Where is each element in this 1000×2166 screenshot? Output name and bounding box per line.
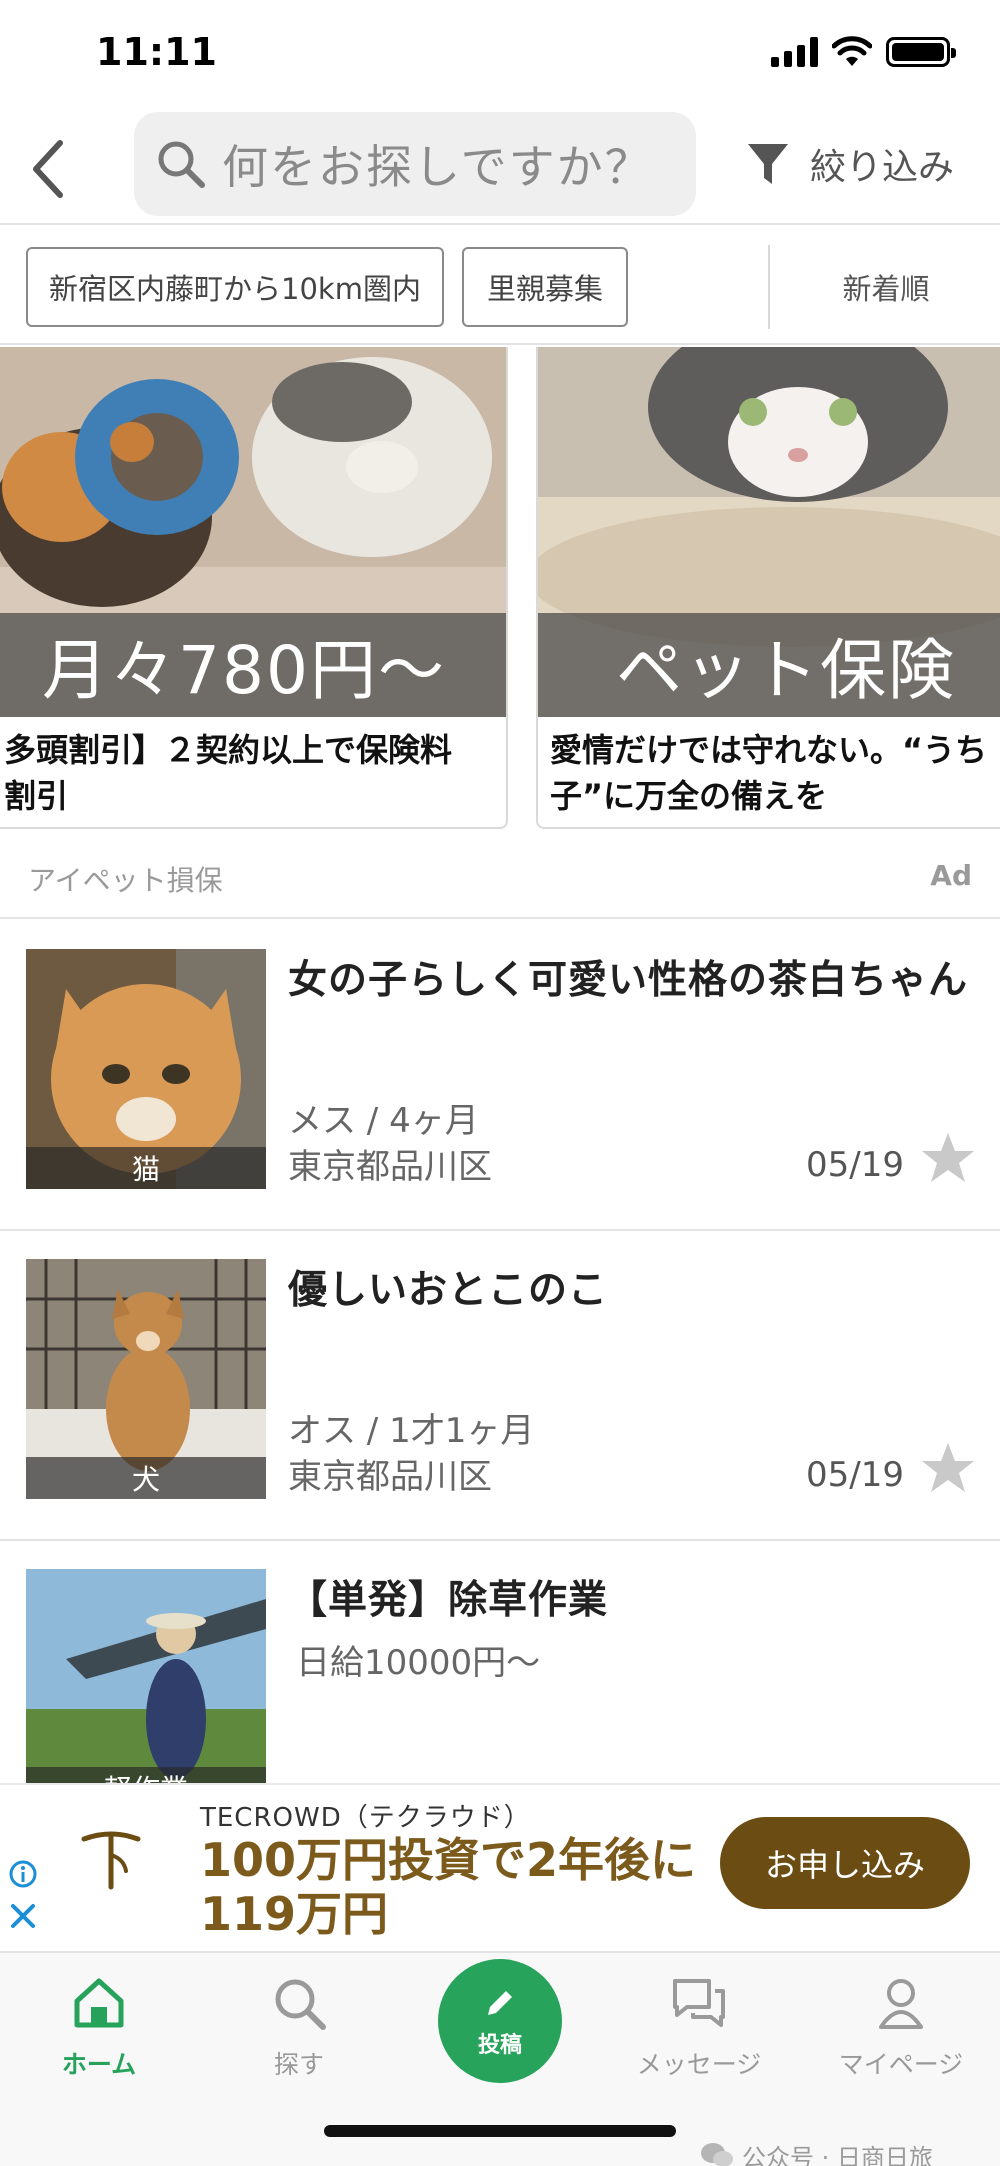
info-icon[interactable] [8,1859,38,1889]
category-tag: 猫 [26,1147,266,1189]
listing-details: オス / 1才1ヶ月 [288,1411,535,1451]
listing-item[interactable]: 猫 女の子らしく可愛い性格の茶白ちゃん メス / 4ヶ月 東京都品川区 05/1… [0,923,1000,1231]
ad-sponsor: アイペット損保 [28,864,223,897]
tab-search-label: 探す [273,2050,324,2079]
category-tag: 犬 [26,1457,266,1499]
location-chip[interactable]: 新宿区内藤町から10km圏内 [26,247,444,327]
search-placeholder: 何をお探しですか？ [222,140,653,194]
close-icon[interactable] [8,1901,38,1931]
search-header: 何をお探しですか？ 絞り込み [0,110,1000,225]
watermark-text: 公众号 · 日商日旅 [742,2144,933,2166]
search-input[interactable]: 何をお探しですか？ [134,112,696,216]
listing-location: 東京都品川区 [288,1147,492,1187]
ad-badge: Ad [930,859,972,892]
ad-meta: アイペット損保 Ad [0,835,1000,919]
listing-item[interactable]: 軽作業 【単発】除草作業 日給10000円～ [0,1543,1000,1809]
tab-mypage-label: マイページ [838,2050,964,2079]
search-icon [275,1979,326,2030]
tab-message[interactable]: メッセージ [614,1973,784,2093]
listing-title: 女の子らしく可愛い性格の茶白ちゃん [288,958,969,1003]
status-time: 11:11 [96,30,217,74]
tab-home[interactable]: ホーム [14,1973,184,2093]
ad-card[interactable]: 月々780円～ 多頭割引】２契約以上で保険料 割引 [0,347,508,829]
ad-card-text: 多頭割引】２契約以上で保険料 割引 [4,731,453,815]
person-icon [879,1979,923,2029]
post-label: 投稿 [477,2033,522,2058]
search-icon [158,141,205,188]
filter-button[interactable]: 絞り込み [746,138,954,190]
status-bar: 11:11 [0,0,1000,110]
category-chip[interactable]: 里親募集 [462,247,628,327]
listing-thumbnail: 猫 [26,949,266,1189]
ad-image-cat-blanket: ペット保険 [538,347,1000,717]
ad-card[interactable]: ペット保険 愛情だけでは守れない。“うち 子”に万全の備えを [536,347,1000,829]
tab-mypage[interactable]: マイページ [816,1973,986,2093]
battery-icon [886,37,956,67]
filter-label: 絞り込み [810,147,955,188]
banner-ad[interactable]: TECROWD（テクラウド） 100万円投資で2年後に 119万円 お申し込み [0,1783,1000,1943]
banner-headline: 100万円投資で2年後に 119万円 [200,1833,697,1941]
listing-thumbnail: 軽作業 [26,1569,266,1809]
ad-carousel: 月々780円～ 多頭割引】２契約以上で保険料 割引 ペット保険 愛情だけでは守れ… [0,347,1000,829]
listing-date: 05/19 [806,1145,904,1185]
listing-date: 05/19 [806,1455,904,1495]
listing-info: オス / 1才1ヶ月 東京都品川区 [288,1408,534,1500]
listing-location: 東京都品川区 [288,1457,492,1497]
listing-details: 日給10000円～ [296,1643,541,1683]
tab-search[interactable]: 探す [214,1973,384,2093]
chat-bubbles-icon [673,1979,725,2027]
wechat-icon [701,2142,733,2166]
banner-cta-button[interactable]: お申し込み [720,1817,970,1909]
ad-card-text: 愛情だけでは守れない。“うち 子”に万全の備えを [550,731,988,815]
pencil-icon [488,1991,512,2015]
home-indicator [324,2125,676,2137]
filter-funnel-icon [748,144,788,184]
filter-chip-row: 新宿区内藤町から10km圏内 里親募集 新着順 [0,227,1000,345]
ad-overlay-text: ペット保険 [538,613,1000,717]
banner-brand: TECROWD（テクラウド） [200,1803,531,1833]
favorite-star-icon[interactable] [918,1439,978,1499]
listing-details: メス / 4ヶ月 [288,1101,479,1141]
chip-divider [768,245,770,329]
listing-item[interactable]: 犬 優しいおとこのこ オス / 1才1ヶ月 東京都品川区 05/19 [0,1233,1000,1541]
back-button[interactable] [18,134,78,204]
home-icon [74,1978,124,2028]
tecrowd-logo-icon [81,1831,141,1890]
ad-overlay-text: 月々780円～ [0,613,506,717]
sort-button[interactable]: 新着順 [772,247,1000,327]
listing-info: メス / 4ヶ月 東京都品川区 [288,1098,492,1190]
watermark: 公众号 · 日商日旅 [700,2138,933,2166]
favorite-star-icon[interactable] [918,1129,978,1189]
listing-title: 優しいおとこのこ [288,1268,609,1313]
listing-title: 【単発】除草作業 [288,1578,609,1623]
wifi-icon [832,36,872,66]
status-icons [771,36,956,68]
listing-thumbnail: 犬 [26,1259,266,1499]
tab-bar: ホーム 探す 投稿 メッセージ マイページ [0,1951,1000,2166]
cellular-signal-icon [771,37,818,67]
post-button[interactable]: 投稿 [438,1959,562,2083]
chevron-left-icon [33,140,63,198]
ad-image-cats-cone: 月々780円～ [0,347,506,717]
tab-home-label: ホーム [61,2050,137,2079]
tab-message-label: メッセージ [636,2050,762,2079]
